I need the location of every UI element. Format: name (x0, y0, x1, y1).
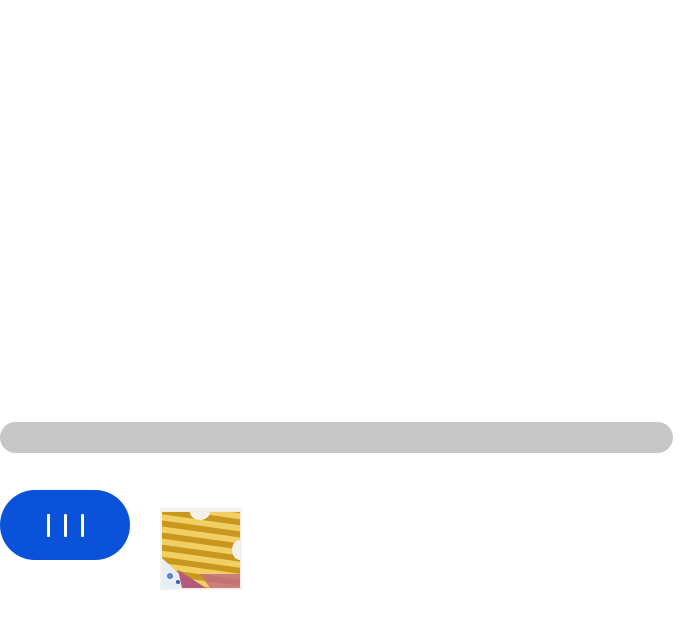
menu-bar-icon-1 (46, 513, 50, 537)
horizontal-scrollbar[interactable] (0, 422, 673, 453)
puzzle-piece-thumbnail[interactable] (160, 508, 242, 590)
menu-bar-icon-3 (80, 513, 84, 537)
menu-bar-icon-2 (63, 513, 67, 537)
puzzle-piece-icon (160, 508, 242, 590)
menu-button[interactable] (0, 490, 130, 560)
